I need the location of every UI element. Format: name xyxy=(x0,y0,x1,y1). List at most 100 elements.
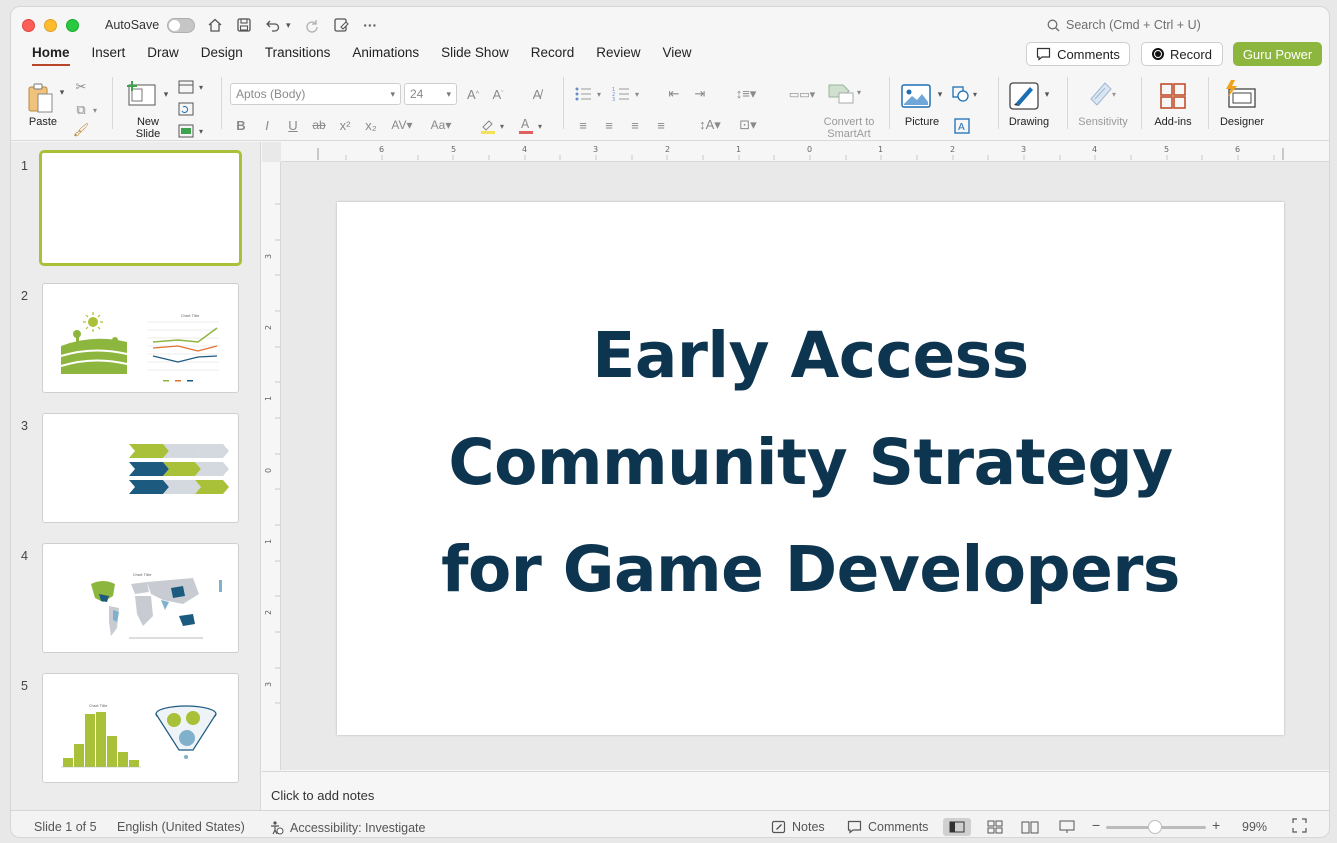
comments-status-button[interactable]: Comments xyxy=(847,820,928,834)
tab-insert[interactable]: Insert xyxy=(81,43,137,69)
font-color-icon[interactable]: A ▾ xyxy=(517,117,547,135)
normal-view-button[interactable] xyxy=(943,818,971,836)
autosave-toggle[interactable] xyxy=(167,17,196,33)
align-text-icon[interactable]: ⊡▾ xyxy=(731,117,765,133)
character-spacing-icon[interactable]: AV▾ xyxy=(387,117,417,133)
slide-title[interactable]: Early Access Community Strategy for Game… xyxy=(371,302,1251,623)
underline-icon[interactable]: U xyxy=(285,117,301,133)
tab-animations[interactable]: Animations xyxy=(341,43,430,69)
slide-thumbnail-5[interactable]: Chart Title xyxy=(42,673,239,783)
highlight-icon[interactable]: ▾ xyxy=(479,117,509,135)
slide-sorter-button[interactable] xyxy=(981,818,1009,836)
align-right-icon[interactable]: ≡ xyxy=(627,117,643,133)
layout-icon[interactable] xyxy=(177,79,195,95)
accessibility-label: Accessibility: Investigate xyxy=(290,820,426,835)
save-as-icon[interactable] xyxy=(332,16,350,34)
more-options-icon[interactable]: ··· xyxy=(361,16,379,34)
new-slide-dropdown-icon[interactable]: ▾ xyxy=(161,89,171,99)
cut-icon[interactable]: ✂ xyxy=(73,79,89,95)
clear-formatting-icon[interactable]: A̸ xyxy=(528,85,546,103)
notes-pane[interactable]: Click to add notes xyxy=(262,771,1329,810)
paste-dropdown-icon[interactable]: ▾ xyxy=(57,87,67,97)
guru-power-button[interactable]: Guru Power xyxy=(1233,42,1322,66)
new-slide-icon[interactable] xyxy=(127,79,159,109)
format-painter-icon[interactable]: 🖌 xyxy=(73,122,90,137)
drawing-icon[interactable] xyxy=(1008,81,1040,111)
redo-icon[interactable] xyxy=(303,16,321,34)
zoom-in-button[interactable]: + xyxy=(1212,817,1220,833)
copy-icon[interactable]: ⧉ xyxy=(73,102,89,118)
notes-button[interactable]: Notes xyxy=(771,820,825,834)
undo-dropdown-icon[interactable]: ▾ xyxy=(284,16,292,34)
align-left-icon[interactable]: ≡ xyxy=(575,117,591,133)
record-button[interactable]: Record xyxy=(1141,42,1223,66)
slide-thumbnail-2[interactable]: Chart Title xyxy=(42,283,239,393)
text-box-icon[interactable]: A xyxy=(953,117,971,135)
tab-transitions[interactable]: Transitions xyxy=(254,43,342,69)
reset-slide-icon[interactable] xyxy=(177,101,195,117)
shapes-icon[interactable]: ▾ xyxy=(951,85,981,103)
increase-indent-icon[interactable]: ⇥ xyxy=(691,85,709,103)
copy-dropdown-icon[interactable]: ▾ xyxy=(91,102,99,118)
paste-icon[interactable] xyxy=(25,81,57,115)
font-name-select[interactable]: Aptos (Body) ▾ xyxy=(230,83,401,105)
zoom-slider[interactable] xyxy=(1106,820,1206,834)
line-spacing-icon[interactable]: ↕≡▾ xyxy=(729,85,763,103)
zoom-window-button[interactable] xyxy=(66,18,79,32)
tab-view[interactable]: View xyxy=(652,43,703,69)
comments-button-label: Comments xyxy=(1057,46,1120,62)
superscript-icon[interactable]: x² xyxy=(337,117,353,133)
zoom-level[interactable]: 99% xyxy=(1242,820,1267,834)
slide-thumbnail-3[interactable] xyxy=(42,413,239,523)
slide-show-button[interactable] xyxy=(1053,818,1081,836)
strikethrough-icon[interactable]: ab xyxy=(311,117,327,133)
layout-dropdown-icon[interactable]: ▾ xyxy=(197,81,205,93)
minimize-window-button[interactable] xyxy=(44,18,57,32)
tab-home[interactable]: Home xyxy=(21,43,81,69)
increase-font-size-icon[interactable]: A ^ xyxy=(464,85,482,103)
section-dropdown-icon[interactable]: ▾ xyxy=(197,125,205,137)
sensitivity-icon[interactable]: ▾ xyxy=(1085,79,1119,109)
search-box[interactable]: Search (Cmd + Ctrl + U) xyxy=(1047,18,1201,32)
picture-icon[interactable] xyxy=(901,83,931,109)
close-window-button[interactable] xyxy=(22,18,35,32)
comments-button[interactable]: Comments xyxy=(1026,42,1130,66)
designer-icon[interactable] xyxy=(1223,79,1257,111)
tab-design[interactable]: Design xyxy=(190,43,254,69)
decrease-font-size-icon[interactable]: Aˇ xyxy=(489,85,507,103)
bullets-icon[interactable]: ▾ xyxy=(573,85,607,103)
reading-view-button[interactable] xyxy=(1016,818,1044,836)
font-size-select[interactable]: 24 ▾ xyxy=(404,83,457,105)
numbering-icon[interactable]: 1 2 3 ▾ xyxy=(611,85,645,103)
change-case-icon[interactable]: Aa▾ xyxy=(425,117,457,133)
zoom-out-button[interactable]: − xyxy=(1092,817,1100,833)
bold-icon[interactable]: B xyxy=(233,117,249,133)
columns-icon[interactable]: ▭▭▾ xyxy=(785,85,819,103)
decrease-indent-icon[interactable]: ⇤ xyxy=(665,85,683,103)
slide-thumbnail-4[interactable]: Chart Title xyxy=(42,543,239,653)
accessibility-button[interactable]: Accessibility: Investigate xyxy=(269,820,425,835)
tab-review[interactable]: Review xyxy=(585,43,651,69)
zoom-slider-handle[interactable] xyxy=(1148,820,1162,834)
add-ins-icon[interactable] xyxy=(1158,81,1188,111)
text-direction-icon[interactable]: ↕A▾ xyxy=(695,117,725,133)
current-slide[interactable]: Early Access Community Strategy for Game… xyxy=(337,202,1284,735)
section-icon[interactable] xyxy=(177,123,195,139)
smartart-icon[interactable]: ▾ xyxy=(825,81,865,107)
undo-icon[interactable] xyxy=(264,16,282,34)
align-center-icon[interactable]: ≡ xyxy=(601,117,617,133)
italic-icon[interactable]: I xyxy=(259,117,275,133)
home-icon[interactable] xyxy=(206,16,224,34)
drawing-dropdown-icon[interactable]: ▾ xyxy=(1042,89,1052,99)
language-indicator[interactable]: English (United States) xyxy=(117,820,245,834)
save-icon[interactable] xyxy=(235,16,253,34)
justify-icon[interactable]: ≡ xyxy=(653,117,669,133)
subscript-icon[interactable]: x₂ xyxy=(363,117,379,133)
tab-draw[interactable]: Draw xyxy=(136,43,190,69)
fit-to-window-button[interactable] xyxy=(1292,818,1307,833)
tab-record[interactable]: Record xyxy=(520,43,586,69)
slide-thumbnail-1[interactable] xyxy=(39,150,242,266)
comments-status-label: Comments xyxy=(868,820,929,834)
picture-dropdown-icon[interactable]: ▾ xyxy=(935,89,945,99)
tab-slide-show[interactable]: Slide Show xyxy=(430,43,520,69)
